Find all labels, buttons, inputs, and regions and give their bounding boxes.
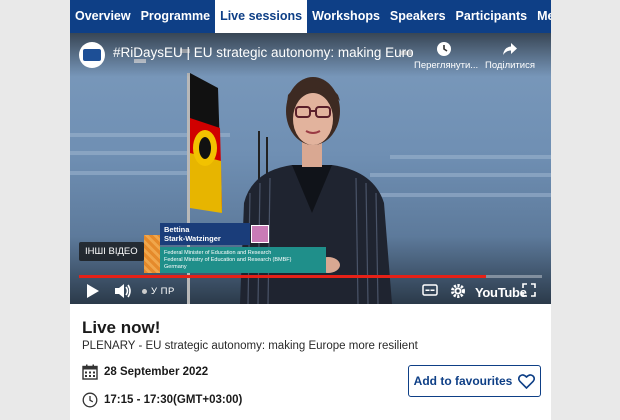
speaker-first-name: Bettina: [164, 225, 190, 234]
live-status-heading: Live now!: [82, 318, 161, 337]
subtitles-button[interactable]: [422, 283, 438, 302]
session-date-text: 28 September 2022: [104, 366, 209, 378]
watch-later-label: Переглянути...: [414, 60, 479, 71]
subtitles-icon: [422, 284, 438, 296]
progress-bar[interactable]: [79, 275, 542, 278]
speaker-last-name: Stark-Watzinger: [164, 234, 221, 243]
speaker-role-plate: Federal Minister of Education and Resear…: [160, 247, 326, 273]
more-videos-button[interactable]: ІНШІ ВІДЕО: [79, 242, 144, 261]
live-indicator[interactable]: У ПР: [142, 286, 175, 297]
fullscreen-icon: [522, 283, 536, 297]
live-dot-icon: [142, 288, 147, 294]
speaker-role-line-3: Germany: [164, 264, 187, 270]
channel-logo[interactable]: [79, 42, 105, 68]
calendar-icon: [82, 364, 98, 380]
play-icon: [87, 284, 99, 298]
play-button[interactable]: [86, 283, 100, 304]
share-label: Поділитися: [485, 60, 535, 71]
nav-item-messages[interactable]: Messages: [532, 0, 551, 33]
nav-item-overview[interactable]: Overview: [70, 0, 136, 33]
heart-icon: [518, 373, 536, 389]
nav-item-programme[interactable]: Programme: [136, 0, 215, 33]
fullscreen-button[interactable]: [522, 283, 536, 302]
nav-item-workshops[interactable]: Workshops: [307, 0, 385, 33]
session-date: 28 September 2022: [82, 364, 208, 380]
session-time-text: 17:15 - 17:30(GMT+03:00): [104, 394, 243, 406]
settings-gear-icon: [451, 284, 465, 298]
volume-button[interactable]: [114, 283, 132, 304]
share-icon: [503, 43, 517, 55]
lower-third-logo-icon: [251, 225, 269, 243]
nav-item-participants[interactable]: Participants: [451, 0, 533, 33]
nav-item-live-sessions[interactable]: Live sessions: [215, 0, 308, 33]
progress-bar-fill: [79, 275, 487, 278]
video-title[interactable]: #RiDaysEU | EU strategic autonomy: makin…: [113, 45, 413, 60]
clock-icon: [82, 392, 98, 408]
volume-icon: [115, 284, 131, 298]
main-nav: Overview Programme Live sessions Worksho…: [70, 0, 551, 33]
settings-button[interactable]: [450, 283, 466, 304]
video-player[interactable]: #RiDaysEU | EU strategic autonomy: makin…: [70, 33, 551, 304]
lower-third-accent: [144, 235, 160, 273]
session-title: PLENARY - EU strategic autonomy: making …: [82, 340, 418, 352]
nav-item-speakers[interactable]: Speakers: [385, 0, 451, 33]
youtube-logo[interactable]: YouTube: [475, 285, 527, 300]
speaker-role-line-2: Federal Ministry of Education and Resear…: [164, 257, 292, 263]
speaker-role-line-1: Federal Minister of Education and Resear…: [164, 250, 272, 256]
clock-icon: [437, 42, 451, 56]
share-button[interactable]: Поділитися: [480, 41, 540, 71]
page-frame: Overview Programme Live sessions Worksho…: [70, 0, 551, 420]
speaker-name-plate: Bettina Stark-Watzinger: [160, 223, 250, 245]
add-to-favourites-label: Add to favourites: [413, 374, 513, 388]
watch-later-button[interactable]: Переглянути...: [414, 41, 478, 71]
session-time: 17:15 - 17:30(GMT+03:00): [82, 392, 242, 408]
live-indicator-label: У ПР: [151, 286, 175, 297]
eu-flag-icon: [83, 49, 101, 61]
add-to-favourites-button[interactable]: Add to favourites: [408, 365, 541, 397]
